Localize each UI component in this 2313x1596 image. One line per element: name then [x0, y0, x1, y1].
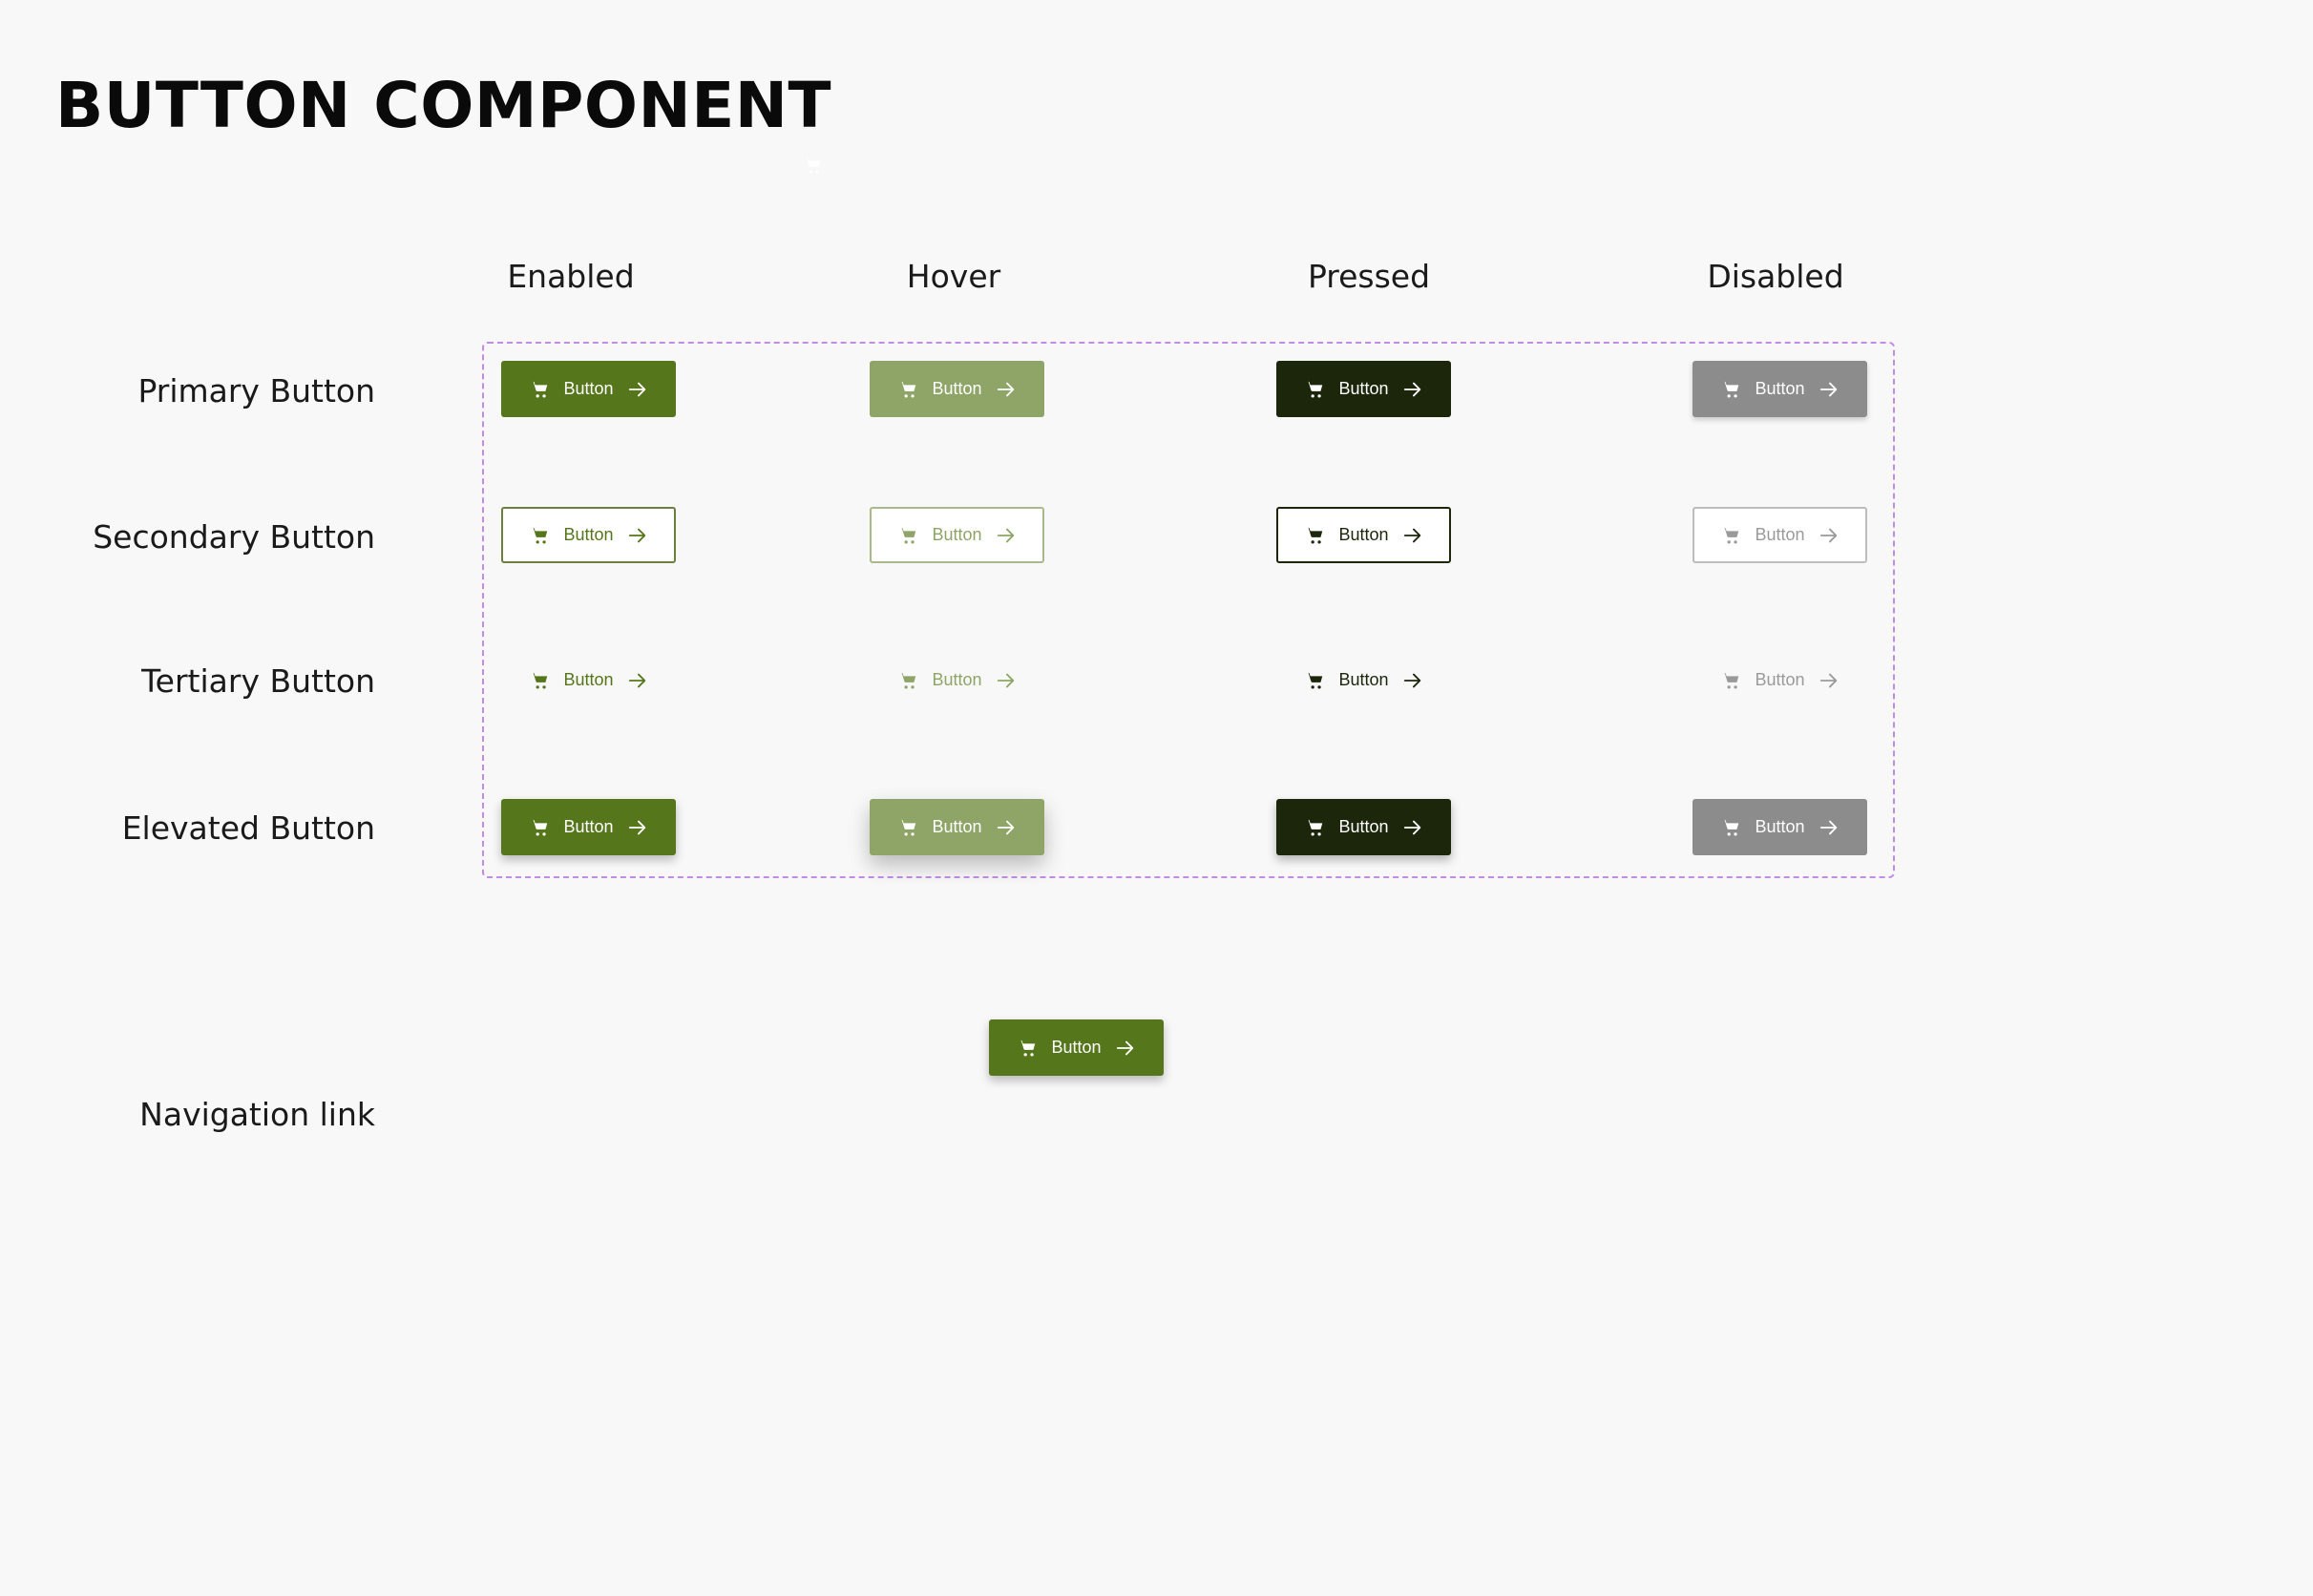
- column-header-disabled: Disabled: [1707, 258, 1844, 295]
- secondary-button-disabled: Button: [1693, 507, 1867, 563]
- arrow-right-icon: [1115, 1038, 1136, 1059]
- row-label-tertiary: Tertiary Button: [141, 662, 375, 700]
- elevated-button-hover[interactable]: Button: [870, 799, 1044, 855]
- tertiary-button-disabled: Button: [1693, 652, 1867, 708]
- secondary-button-hover[interactable]: Button: [870, 507, 1044, 563]
- arrow-right-icon: [1402, 670, 1423, 691]
- button-label: Button: [563, 817, 614, 836]
- arrow-right-icon: [1819, 379, 1840, 400]
- arrow-right-icon: [1402, 525, 1423, 546]
- secondary-button-pressed[interactable]: Button: [1276, 507, 1451, 563]
- cart-icon: [1720, 817, 1741, 838]
- button-label: Button: [1755, 379, 1805, 398]
- row-label-primary: Primary Button: [137, 372, 375, 410]
- column-header-pressed: Pressed: [1307, 258, 1431, 295]
- tertiary-button-hover[interactable]: Button: [870, 652, 1044, 708]
- button-label: Button: [1755, 670, 1805, 689]
- arrow-right-icon: [996, 817, 1017, 838]
- arrow-right-icon: [1402, 379, 1423, 400]
- button-label: Button: [932, 817, 982, 836]
- column-header-hover: Hover: [906, 258, 1001, 295]
- cart-icon: [897, 525, 918, 546]
- cart-icon: [529, 817, 550, 838]
- cart-icon: [1720, 379, 1741, 400]
- button-label: Button: [563, 525, 614, 544]
- page-title: BUTTON COMPONENT: [55, 69, 832, 142]
- cart-icon: [1720, 525, 1741, 546]
- elevated-button-disabled: Button: [1693, 799, 1867, 855]
- button-label: Button: [1338, 817, 1389, 836]
- secondary-button-enabled[interactable]: Button: [501, 507, 676, 563]
- arrow-right-icon: [996, 525, 1017, 546]
- row-label-elevated: Elevated Button: [121, 809, 375, 847]
- primary-button-disabled: Button: [1693, 361, 1867, 417]
- cart-icon: [1304, 525, 1325, 546]
- cart-icon: [802, 155, 823, 176]
- cart-icon: [1720, 670, 1741, 691]
- cart-icon: [1304, 670, 1325, 691]
- primary-button-hover[interactable]: Button: [870, 361, 1044, 417]
- arrow-right-icon: [996, 379, 1017, 400]
- button-label: Button: [1338, 670, 1389, 689]
- arrow-right-icon: [1402, 817, 1423, 838]
- column-header-enabled: Enabled: [507, 258, 635, 295]
- arrow-right-icon: [996, 670, 1017, 691]
- cart-icon: [897, 379, 918, 400]
- primary-button-pressed[interactable]: Button: [1276, 361, 1451, 417]
- cart-icon: [529, 525, 550, 546]
- arrow-right-icon: [1819, 670, 1840, 691]
- button-label: Button: [932, 525, 982, 544]
- button-label: Button: [1755, 817, 1805, 836]
- button-label: Button: [932, 379, 982, 398]
- elevated-button-pressed[interactable]: Button: [1276, 799, 1451, 855]
- variants-frame: [482, 342, 1895, 878]
- cart-icon: [897, 670, 918, 691]
- cart-icon: [1304, 379, 1325, 400]
- cart-icon: [529, 670, 550, 691]
- arrow-right-icon: [1819, 817, 1840, 838]
- button-label: Button: [1051, 1038, 1102, 1057]
- arrow-right-icon: [627, 817, 648, 838]
- button-label: Button: [563, 379, 614, 398]
- arrow-right-icon: [627, 670, 648, 691]
- button-label: Button: [932, 670, 982, 689]
- cart-icon: [1017, 1038, 1038, 1059]
- arrow-right-icon: [1819, 525, 1840, 546]
- row-label-navigation-link: Navigation link: [139, 1096, 375, 1133]
- tertiary-button-pressed[interactable]: Button: [1276, 652, 1451, 708]
- button-label: Button: [1338, 525, 1389, 544]
- arrow-right-icon: [627, 379, 648, 400]
- tertiary-button-enabled[interactable]: Button: [501, 652, 676, 708]
- cart-icon: [1304, 817, 1325, 838]
- arrow-right-icon: [627, 525, 648, 546]
- navigation-link-button[interactable]: Button: [989, 1019, 1164, 1076]
- row-label-secondary: Secondary Button: [93, 518, 375, 556]
- button-label: Button: [563, 670, 614, 689]
- cart-icon: [897, 817, 918, 838]
- elevated-button-enabled[interactable]: Button: [501, 799, 676, 855]
- button-label: Button: [1338, 379, 1389, 398]
- cart-icon: [529, 379, 550, 400]
- button-label: Button: [1755, 525, 1805, 544]
- primary-button-enabled[interactable]: Button: [501, 361, 676, 417]
